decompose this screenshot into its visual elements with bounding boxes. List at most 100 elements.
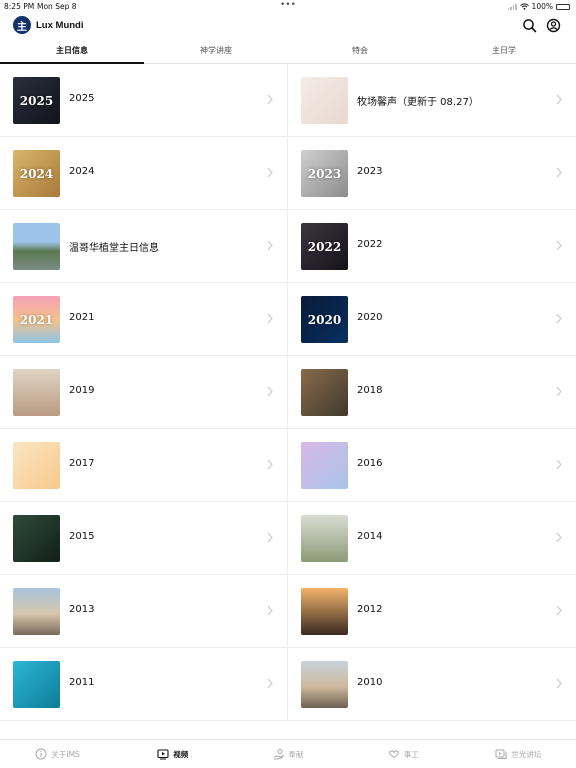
thumbnail-text: 2023 bbox=[307, 166, 342, 181]
tab-2[interactable]: 特会 bbox=[288, 40, 432, 63]
search-icon[interactable] bbox=[522, 18, 537, 33]
chevron-right-icon bbox=[556, 94, 562, 105]
tab-0[interactable]: 主日信息 bbox=[0, 40, 144, 64]
chevron-right-icon bbox=[556, 532, 562, 543]
list-item[interactable]: 2023 2023 bbox=[288, 137, 576, 210]
tab-1[interactable]: 神学讲座 bbox=[144, 40, 288, 63]
chevron-right-icon bbox=[556, 605, 562, 616]
app-header: 主 Lux Mundi bbox=[0, 13, 576, 40]
item-label: 2013 bbox=[69, 604, 95, 615]
list-item[interactable]: 2019 bbox=[0, 356, 288, 429]
giving-hand-icon bbox=[273, 749, 284, 760]
status-date: Mon Sep 8 bbox=[37, 2, 77, 11]
item-label: 2019 bbox=[69, 385, 95, 396]
category-tabs: 主日信息 神学讲座 特会 主日学 bbox=[0, 40, 576, 64]
tab-label: 神学讲座 bbox=[200, 46, 232, 55]
list-item[interactable]: 2016 bbox=[288, 429, 576, 502]
chevron-right-icon bbox=[556, 459, 562, 470]
tab-label: 特会 bbox=[352, 46, 368, 55]
thumbnail-image: 2020 bbox=[301, 296, 348, 343]
list-item[interactable]: 2021 2021 bbox=[0, 283, 288, 356]
item-label: 2022 bbox=[357, 239, 383, 250]
bottom-tab-1[interactable]: 视频 bbox=[115, 740, 230, 768]
thumbnail-image: 2025 bbox=[13, 77, 60, 124]
thumbnail-image bbox=[301, 588, 348, 635]
status-right: 100% bbox=[507, 2, 570, 11]
chevron-right-icon bbox=[556, 313, 562, 324]
thumbnail-image bbox=[13, 223, 60, 270]
tab-3[interactable]: 主日学 bbox=[432, 40, 576, 63]
thumbnail-image: 2024 bbox=[13, 150, 60, 197]
thumbnail-image bbox=[13, 369, 60, 416]
list-item[interactable]: 2013 bbox=[0, 575, 288, 648]
bottom-tab-0[interactable]: 关于IMS bbox=[0, 740, 115, 768]
list-item[interactable]: 2018 bbox=[288, 356, 576, 429]
chevron-right-icon bbox=[267, 167, 273, 178]
thumbnail-image bbox=[13, 661, 60, 708]
tab-label: 主日信息 bbox=[56, 46, 88, 55]
thumbnail-image bbox=[301, 442, 348, 489]
item-label: 2020 bbox=[357, 312, 383, 323]
chevron-right-icon bbox=[267, 313, 273, 324]
bottom-tab-bar: 关于IMS 视频 奉献 事工 世光讲坛 bbox=[0, 739, 576, 768]
thumbnail-image bbox=[13, 442, 60, 489]
item-label: 2014 bbox=[357, 531, 383, 542]
tab-label: 主日学 bbox=[492, 46, 516, 55]
list-item[interactable]: 2020 2020 bbox=[288, 283, 576, 356]
item-label: 2011 bbox=[69, 677, 95, 688]
thumbnail-text: 2024 bbox=[19, 166, 54, 181]
thumbnail-text: 2025 bbox=[19, 93, 54, 108]
thumbnail-text: 2021 bbox=[19, 312, 54, 327]
chevron-right-icon bbox=[267, 678, 273, 689]
chevron-right-icon bbox=[267, 386, 273, 397]
item-label: 2015 bbox=[69, 531, 95, 542]
app-logo: 主 bbox=[13, 16, 31, 34]
item-label: 2025 bbox=[69, 93, 95, 104]
list-item[interactable]: 2025 2025 bbox=[0, 64, 288, 137]
multitasking-dots-icon[interactable]: ••• bbox=[280, 0, 296, 10]
thumbnail-image bbox=[301, 661, 348, 708]
list-item[interactable]: 2017 bbox=[0, 429, 288, 502]
item-label: 2010 bbox=[357, 677, 383, 688]
thumbnail-image: 2023 bbox=[301, 150, 348, 197]
app-title: Lux Mundi bbox=[36, 20, 84, 31]
item-label: 2012 bbox=[357, 604, 383, 615]
chevron-right-icon bbox=[267, 459, 273, 470]
item-label: 2018 bbox=[357, 385, 383, 396]
item-label: 温哥华植堂主日信息 bbox=[69, 243, 159, 254]
heart-hands-icon bbox=[388, 750, 399, 759]
bottom-tab-label: 关于IMS bbox=[51, 749, 80, 759]
bottom-tab-label: 奉献 bbox=[288, 749, 304, 759]
thumbnail-text: 2020 bbox=[307, 312, 342, 327]
chevron-right-icon bbox=[556, 386, 562, 397]
cellular-signal-icon bbox=[507, 3, 517, 10]
item-label: 2021 bbox=[69, 312, 95, 323]
battery-icon bbox=[556, 3, 570, 10]
list-item[interactable]: 2011 bbox=[0, 648, 288, 721]
list-item[interactable]: 2015 bbox=[0, 502, 288, 575]
bottom-tab-2[interactable]: 奉献 bbox=[230, 740, 345, 768]
thumbnail-image bbox=[301, 515, 348, 562]
thumbnail-image bbox=[301, 369, 348, 416]
list-item[interactable]: 2012 bbox=[288, 575, 576, 648]
status-bar: 8:25 PM Mon Sep 8 ••• 100% bbox=[0, 0, 576, 13]
list-item[interactable]: 牧场馨声（更新于 08.27） bbox=[288, 64, 576, 137]
list-item[interactable]: 2022 2022 bbox=[288, 210, 576, 283]
wifi-icon bbox=[519, 3, 529, 10]
chevron-right-icon bbox=[267, 605, 273, 616]
thumbnail-image bbox=[13, 515, 60, 562]
item-label: 2017 bbox=[69, 458, 95, 469]
list-item[interactable]: 2010 bbox=[288, 648, 576, 721]
item-label: 2023 bbox=[357, 166, 383, 177]
list-item[interactable]: 2014 bbox=[288, 502, 576, 575]
thumbnail-image bbox=[13, 588, 60, 635]
list-item[interactable]: 2024 2024 bbox=[0, 137, 288, 210]
chevron-right-icon bbox=[267, 532, 273, 543]
list-item[interactable]: 温哥华植堂主日信息 bbox=[0, 210, 288, 283]
account-icon[interactable] bbox=[546, 18, 561, 33]
thumbnail-image: 2022 bbox=[301, 223, 348, 270]
bottom-tab-4[interactable]: 世光讲坛 bbox=[461, 740, 576, 768]
media-library-icon bbox=[495, 749, 507, 759]
bottom-tab-label: 事工 bbox=[403, 749, 419, 759]
bottom-tab-3[interactable]: 事工 bbox=[346, 740, 461, 768]
